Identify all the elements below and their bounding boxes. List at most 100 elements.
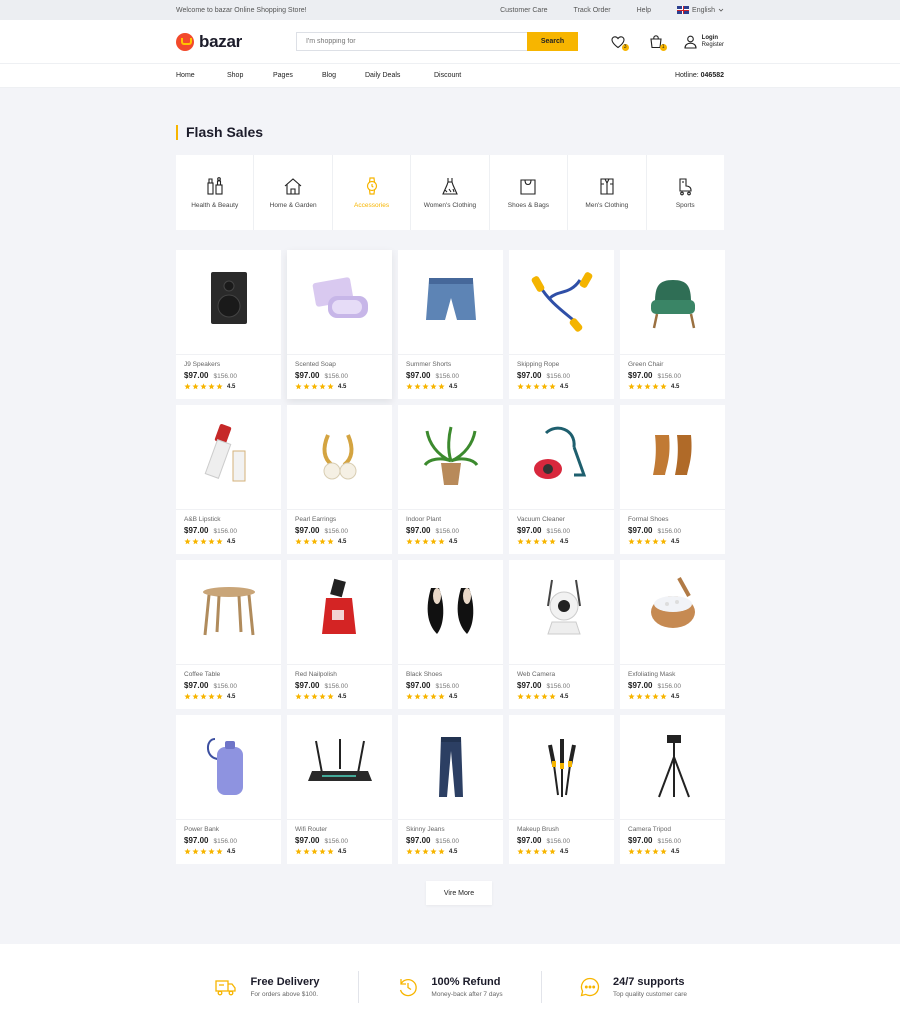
product-name[interactable]: Indoor Plant — [406, 516, 495, 523]
product-card[interactable]: Summer Shorts $97.00 $156.00 4.5 — [398, 250, 503, 399]
category-home-garden[interactable]: Home & Garden — [254, 155, 333, 230]
category-sports[interactable]: Sports — [647, 155, 724, 230]
product-name[interactable]: Skipping Rope — [517, 361, 606, 368]
star-icon — [541, 383, 548, 390]
product-image[interactable] — [398, 405, 503, 510]
product-name[interactable]: Exfoliating Mask — [628, 671, 717, 678]
product-price: $97.00 — [184, 371, 209, 380]
product-name[interactable]: Camera Tripod — [628, 826, 717, 833]
product-prices: $97.00 $156.00 — [295, 836, 384, 845]
product-name[interactable]: Summer Shorts — [406, 361, 495, 368]
product-card[interactable]: Formal Shoes $97.00 $156.00 4.5 — [620, 405, 725, 554]
product-name[interactable]: Formal Shoes — [628, 516, 717, 523]
product-name[interactable]: Makeup Brush — [517, 826, 606, 833]
product-image[interactable] — [287, 250, 392, 355]
help-link[interactable]: Help — [637, 7, 651, 14]
cart-button[interactable]: 1 — [648, 34, 667, 51]
product-image[interactable] — [287, 715, 392, 820]
logo[interactable]: bazar — [176, 32, 296, 52]
product-image[interactable] — [287, 560, 392, 665]
rating-value: 4.5 — [560, 693, 569, 700]
feature-title: 100% Refund — [431, 976, 501, 988]
login-register[interactable]: Login Register — [684, 35, 724, 49]
register-link[interactable]: Register — [702, 42, 724, 49]
category-health-beauty[interactable]: Health & Beauty — [176, 155, 255, 230]
product-card[interactable]: A&B Lipstick $97.00 $156.00 4.5 — [176, 405, 281, 554]
product-card[interactable]: Skipping Rope $97.00 $156.00 4.5 — [509, 250, 614, 399]
product-image[interactable] — [398, 715, 503, 820]
product-name[interactable]: Scented Soap — [295, 361, 384, 368]
product-card[interactable]: Camera Tripod $97.00 $156.00 4.5 — [620, 715, 725, 864]
product-image[interactable] — [287, 405, 392, 510]
star-icon — [422, 693, 429, 700]
language-selector[interactable]: English — [677, 6, 724, 14]
hotline-number[interactable]: 046582 — [701, 72, 724, 79]
product-name[interactable]: Coffee Table — [184, 671, 273, 678]
wishlist-button[interactable]: 3 — [610, 34, 629, 51]
product-image[interactable] — [620, 715, 725, 820]
nav-discount[interactable]: Discount — [434, 72, 461, 79]
nav-shop[interactable]: Shop — [227, 72, 273, 79]
category-mens-clothing[interactable]: Men's Clothing — [568, 155, 647, 230]
category-accessories[interactable]: Accessories — [333, 155, 412, 230]
product-name[interactable]: Red Nailpolish — [295, 671, 384, 678]
product-image[interactable] — [176, 405, 281, 510]
product-card[interactable]: Makeup Brush $97.00 $156.00 4.5 — [509, 715, 614, 864]
product-image[interactable] — [620, 405, 725, 510]
product-info: Green Chair $97.00 $156.00 4.5 — [620, 355, 725, 399]
search-input[interactable] — [296, 32, 527, 51]
product-name[interactable]: Web Camera — [517, 671, 606, 678]
product-name[interactable]: Pearl Earrings — [295, 516, 384, 523]
product-card[interactable]: J9 Speakers $97.00 $156.00 4.5 — [176, 250, 281, 399]
view-more-button[interactable]: Vire More — [426, 881, 492, 905]
login-link[interactable]: Login — [702, 35, 724, 42]
product-name[interactable]: A&B Lipstick — [184, 516, 273, 523]
product-image[interactable] — [509, 250, 614, 355]
product-card[interactable]: Power Bank $97.00 $156.00 4.5 — [176, 715, 281, 864]
product-image[interactable] — [176, 250, 281, 355]
product-image[interactable] — [398, 250, 503, 355]
product-name[interactable]: J9 Speakers — [184, 361, 273, 368]
product-name[interactable]: Power Bank — [184, 826, 273, 833]
product-image[interactable] — [509, 715, 614, 820]
category-shoes-bags[interactable]: Shoes & Bags — [490, 155, 569, 230]
product-name[interactable]: Green Chair — [628, 361, 717, 368]
product-image[interactable] — [176, 715, 281, 820]
rating-value: 4.5 — [227, 538, 236, 545]
product-image[interactable] — [509, 405, 614, 510]
track-order-link[interactable]: Track Order — [574, 7, 611, 14]
product-image[interactable] — [398, 560, 503, 665]
product-card[interactable]: Black Shoes $97.00 $156.00 4.5 — [398, 560, 503, 709]
search-button[interactable]: Search — [527, 32, 578, 51]
product-name[interactable]: Vacuum Cleaner — [517, 516, 606, 523]
product-image[interactable] — [509, 560, 614, 665]
product-name[interactable]: Black Shoes — [406, 671, 495, 678]
product-image[interactable] — [620, 250, 725, 355]
customer-care-link[interactable]: Customer Care — [500, 7, 547, 14]
product-card[interactable]: Green Chair $97.00 $156.00 4.5 — [620, 250, 725, 399]
nav-blog[interactable]: Blog — [322, 72, 365, 79]
nav-pages[interactable]: Pages — [273, 72, 322, 79]
product-rating: 4.5 — [295, 538, 384, 545]
product-image[interactable] — [176, 560, 281, 665]
star-icon — [406, 383, 413, 390]
product-card[interactable]: Vacuum Cleaner $97.00 $156.00 4.5 — [509, 405, 614, 554]
nav-daily-deals[interactable]: Daily Deals — [365, 72, 434, 79]
product-info: Web Camera $97.00 $156.00 4.5 — [509, 665, 614, 709]
product-name[interactable]: Skinny Jeans — [406, 826, 495, 833]
product-card[interactable]: Indoor Plant $97.00 $156.00 4.5 — [398, 405, 503, 554]
product-rating: 4.5 — [628, 538, 717, 545]
product-card[interactable]: Wifi Router $97.00 $156.00 4.5 — [287, 715, 392, 864]
section-title: Flash Sales — [176, 125, 263, 140]
product-card[interactable]: Web Camera $97.00 $156.00 4.5 — [509, 560, 614, 709]
product-card[interactable]: Red Nailpolish $97.00 $156.00 4.5 — [287, 560, 392, 709]
product-card[interactable]: Skinny Jeans $97.00 $156.00 4.5 — [398, 715, 503, 864]
nav-home[interactable]: Home — [176, 72, 227, 79]
product-name[interactable]: Wifi Router — [295, 826, 384, 833]
product-card[interactable]: Coffee Table $97.00 $156.00 4.5 — [176, 560, 281, 709]
product-card[interactable]: Pearl Earrings $97.00 $156.00 4.5 — [287, 405, 392, 554]
product-card[interactable]: Exfoliating Mask $97.00 $156.00 4.5 — [620, 560, 725, 709]
product-card[interactable]: Scented Soap $97.00 $156.00 4.5 — [287, 250, 392, 399]
category-womens-clothing[interactable]: Women's Clothing — [411, 155, 490, 230]
product-image[interactable] — [620, 560, 725, 665]
